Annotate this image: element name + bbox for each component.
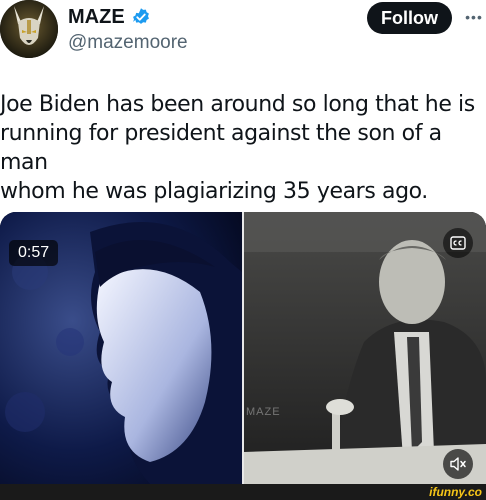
verified-badge-icon [132, 8, 149, 24]
footer-bar [0, 484, 486, 500]
jackal-mask-avatar-icon [0, 0, 58, 58]
avatar[interactable] [0, 0, 58, 58]
closed-captions-icon [450, 236, 466, 250]
video-watermark: MAZE [246, 406, 281, 418]
mute-toggle-button[interactable] [443, 449, 473, 479]
author-display-name[interactable]: MAZE [68, 6, 125, 29]
closed-captions-button[interactable] [443, 228, 473, 258]
tweet-text: Joe Biden has been around so long that h… [0, 92, 475, 204]
ifunny-watermark: ifunny.co [429, 485, 482, 499]
author-name-row: MAZE [68, 6, 151, 28]
follow-button[interactable]: Follow [367, 2, 452, 34]
video-player[interactable] [0, 212, 486, 484]
video-duration-badge: 0:57 [9, 240, 59, 266]
speaker-muted-icon [450, 457, 466, 471]
author-handle[interactable]: @mazemoore [68, 32, 188, 54]
more-options-icon[interactable]: ••• [462, 6, 486, 28]
